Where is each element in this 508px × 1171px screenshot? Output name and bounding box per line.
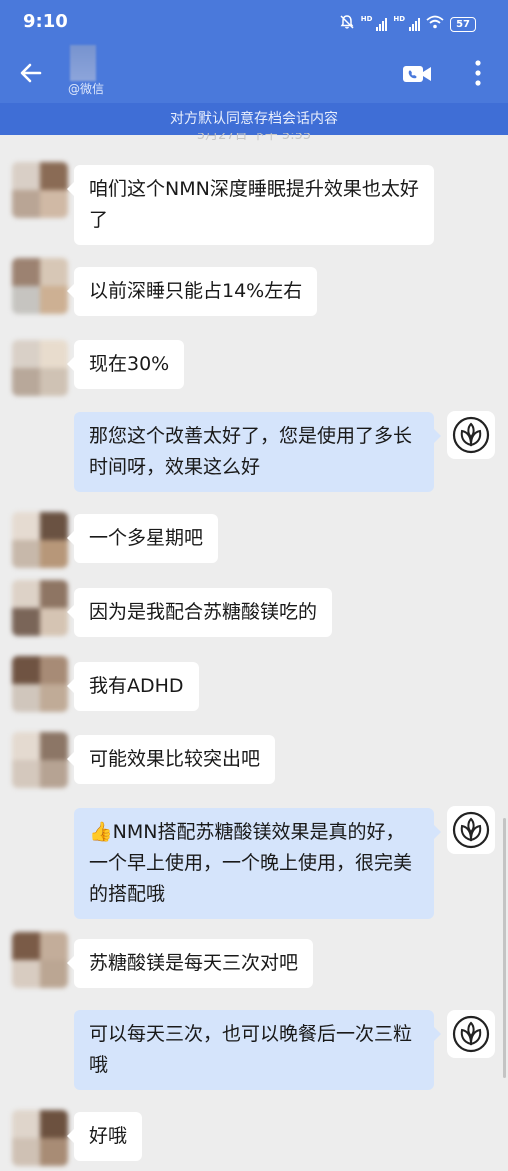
- contact-avatar[interactable]: [12, 1110, 68, 1166]
- my-avatar[interactable]: [447, 1010, 495, 1058]
- message-bubble-incoming[interactable]: 我有ADHD: [67, 662, 199, 711]
- leaf-logo-icon: [452, 416, 490, 454]
- archive-notice: 对方默认同意存档会话内容: [0, 103, 508, 135]
- message-timestamp: 5月27日 下午 5:55: [196, 133, 312, 143]
- leaf-logo-icon: [452, 1015, 490, 1053]
- message-text: 苏糖酸镁是每天三次对吧: [89, 952, 299, 974]
- message-bubble-incoming[interactable]: 可能效果比较突出吧: [66, 735, 276, 784]
- arrow-left-icon: [20, 63, 42, 83]
- video-call-icon: [403, 66, 431, 82]
- message-bubble-incoming[interactable]: 以前深睡只能占14%左右: [66, 267, 318, 316]
- message-bubble-incoming[interactable]: 苏糖酸镁是每天三次对吧: [66, 939, 314, 988]
- contact-subtitle: @微信: [68, 82, 105, 96]
- contact-name-redacted: [70, 45, 96, 81]
- my-avatar[interactable]: [447, 806, 495, 854]
- my-avatar[interactable]: [447, 411, 495, 459]
- hd-label-2: HD: [393, 15, 406, 23]
- message-text: 我有ADHD: [89, 675, 184, 697]
- contact-avatar[interactable]: [12, 512, 68, 568]
- contact-avatar[interactable]: [12, 656, 68, 712]
- message-bubble-incoming[interactable]: 因为是我配合苏糖酸镁吃的: [66, 588, 333, 637]
- message-text: 那您这个改善太好了，您是使用了多长时间呀，效果这么好: [89, 425, 413, 478]
- back-button[interactable]: [18, 60, 44, 86]
- contact-avatar[interactable]: [12, 162, 68, 218]
- scrollbar[interactable]: [503, 818, 506, 1078]
- more-options-button[interactable]: [470, 58, 486, 88]
- message-bubble-outgoing[interactable]: 可以每天三次，也可以晚餐后一次三粒哦: [74, 1010, 441, 1090]
- contact-avatar[interactable]: [12, 340, 68, 396]
- message-text: 咱们这个NMN深度睡眠提升效果也太好了: [89, 178, 419, 231]
- top-bar: 9:10 HD HD 57 @微信: [0, 0, 508, 103]
- message-bubble-outgoing[interactable]: 👍NMN搭配苏糖酸镁效果是真的好，一个早上使用，一个晚上使用，很完美的搭配哦: [74, 808, 441, 919]
- message-text: 现在30%: [89, 353, 170, 375]
- message-bubble-incoming[interactable]: 好哦: [66, 1112, 143, 1161]
- message-text: 因为是我配合苏糖酸镁吃的: [89, 601, 318, 623]
- signal-icon-1: [376, 17, 388, 31]
- contact-avatar[interactable]: [12, 732, 68, 788]
- status-icons: HD HD 57: [339, 14, 476, 34]
- contact-avatar[interactable]: [12, 580, 68, 636]
- message-text: 一个多星期吧: [89, 527, 204, 549]
- message-text: 以前深睡只能占14%左右: [89, 280, 303, 302]
- message-text: 好哦: [89, 1125, 128, 1147]
- mute-bell-icon: [339, 14, 355, 34]
- battery-indicator: 57: [450, 16, 476, 32]
- message-bubble-outgoing[interactable]: 那您这个改善太好了，您是使用了多长时间呀，效果这么好: [74, 412, 441, 492]
- status-time: 9:10: [23, 11, 68, 32]
- message-text: 可以每天三次，也可以晚餐后一次三粒哦: [89, 1023, 413, 1076]
- message-text: 可能效果比较突出吧: [89, 748, 261, 770]
- hd-label-1: HD: [360, 15, 373, 23]
- signal-icon-2: [409, 17, 421, 31]
- message-bubble-incoming[interactable]: 现在30%: [66, 340, 185, 389]
- video-call-button[interactable]: [402, 62, 432, 86]
- message-bubble-incoming[interactable]: 咱们这个NMN深度睡眠提升效果也太好了: [67, 165, 434, 245]
- contact-avatar[interactable]: [12, 258, 68, 314]
- wifi-icon: [426, 15, 444, 33]
- leaf-logo-icon: [452, 811, 490, 849]
- thumbs-up-icon: 👍: [89, 821, 113, 843]
- message-bubble-incoming[interactable]: 一个多星期吧: [66, 514, 219, 563]
- message-text: NMN搭配苏糖酸镁效果是真的好，一个早上使用，一个晚上使用，很完美的搭配哦: [89, 821, 413, 905]
- more-vertical-icon: [475, 60, 481, 86]
- contact-avatar[interactable]: [12, 932, 68, 988]
